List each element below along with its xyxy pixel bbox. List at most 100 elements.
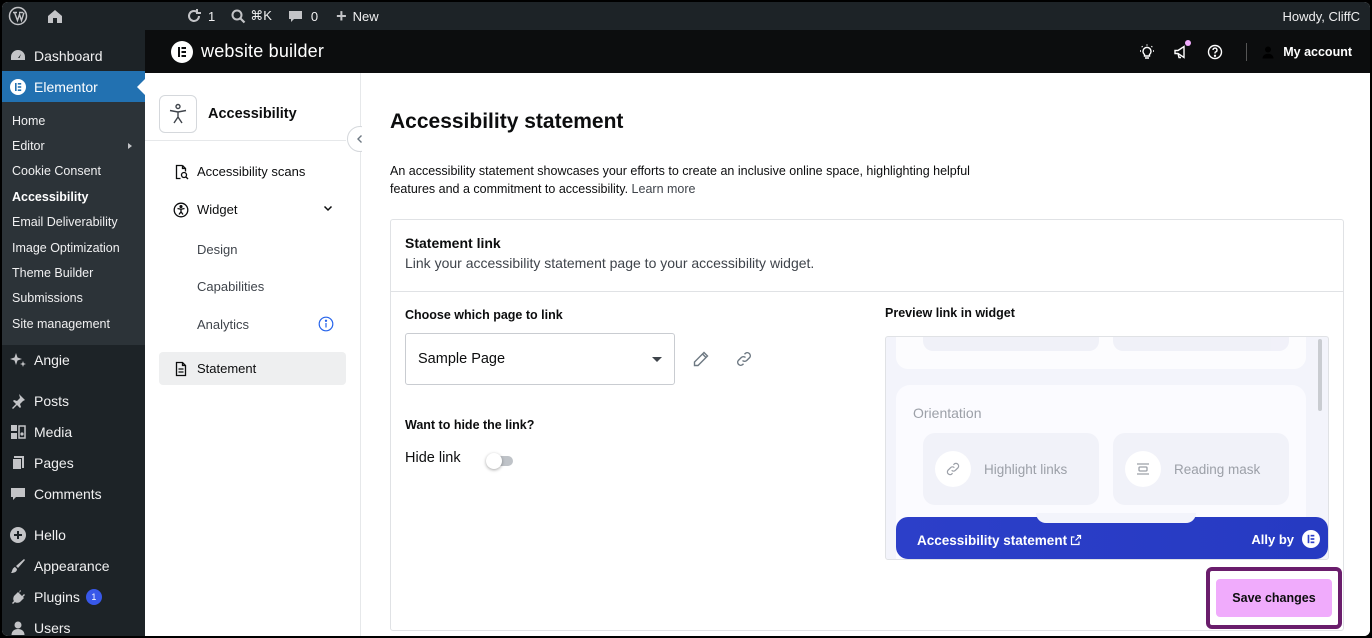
menu-angie[interactable]: Angie xyxy=(2,345,145,376)
header-title: website builder xyxy=(201,41,325,61)
document-icon xyxy=(173,361,189,377)
menu-comments[interactable]: Comments xyxy=(2,479,145,510)
nav-widget-label: Widget xyxy=(197,202,238,217)
whats-new-button[interactable] xyxy=(1130,30,1164,73)
howdy-user-menu[interactable]: Howdy, CliffC xyxy=(1282,9,1360,24)
nav-statement[interactable]: Statement xyxy=(159,352,346,385)
wp-logo-button[interactable] xyxy=(2,2,34,30)
submenu-image-optimization[interactable]: Image Optimization xyxy=(2,235,145,260)
statement-link-card: Statement link Link your accessibility s… xyxy=(390,219,1344,631)
submenu-email-deliverability[interactable]: Email Deliverability xyxy=(2,210,145,235)
plus-icon: + xyxy=(336,5,347,26)
preview-block xyxy=(1113,337,1289,351)
submenu-editor[interactable]: Editor xyxy=(2,133,145,158)
scan-document-icon xyxy=(173,164,189,180)
elementor-logo-icon xyxy=(171,40,193,63)
menu-plugins[interactable]: Plugins 1 xyxy=(2,582,145,613)
preview-top-card xyxy=(896,337,1306,369)
updates-count: 1 xyxy=(208,8,216,24)
menu-appearance-label: Appearance xyxy=(34,558,110,575)
user-icon xyxy=(1262,46,1274,58)
menu-pages-label: Pages xyxy=(34,455,74,472)
dashboard-icon xyxy=(10,48,26,64)
submenu-accessibility[interactable]: Accessibility xyxy=(2,184,145,209)
help-button[interactable] xyxy=(1198,30,1232,73)
widget-preview: Orientation Highlight links Reading mask… xyxy=(885,336,1329,560)
page-select[interactable]: Sample Page xyxy=(405,333,675,385)
nav-accessibility-scans[interactable]: Accessibility scans xyxy=(159,155,346,188)
comments-button[interactable]: 0 xyxy=(282,2,324,30)
nav-design[interactable]: Design xyxy=(159,233,346,266)
submenu-home[interactable]: Home xyxy=(2,108,145,133)
preview-scrollbar[interactable] xyxy=(1318,339,1322,411)
lightbulb-icon xyxy=(1140,44,1155,59)
my-account-label: My account xyxy=(1283,44,1352,59)
menu-users[interactable]: Users xyxy=(2,613,145,636)
info-icon[interactable] xyxy=(318,316,334,335)
preview-highlight-links-label: Highlight links xyxy=(984,461,1068,477)
submenu-theme-builder[interactable]: Theme Builder xyxy=(2,260,145,285)
admin-bar: 1 ⌘K 0 + New Howdy, CliffC xyxy=(2,2,1370,30)
preview-highlight-links: Highlight links xyxy=(923,433,1099,505)
nav-analytics[interactable]: Analytics xyxy=(159,308,346,341)
accessibility-nav: Accessibility Accessibility scans Widget… xyxy=(145,73,373,636)
angie-icon xyxy=(10,352,26,368)
refresh-icon xyxy=(188,9,201,22)
menu-media[interactable]: Media xyxy=(2,417,145,448)
submenu-site-management[interactable]: Site management xyxy=(2,311,145,336)
hello-theme-icon xyxy=(10,527,26,544)
menu-pages[interactable]: Pages xyxy=(2,448,145,479)
menu-plugins-label: Plugins xyxy=(34,589,80,606)
chevron-down-icon xyxy=(322,202,334,217)
ally-by-label: Ally by xyxy=(1251,532,1294,547)
accessibility-person-icon xyxy=(173,202,189,218)
search-button[interactable]: ⌘K xyxy=(225,2,278,30)
preview-statement-bar: Accessibility statement Ally by xyxy=(896,513,1328,559)
wordpress-icon xyxy=(8,6,28,26)
menu-dashboard[interactable]: Dashboard xyxy=(2,40,145,71)
comments-icon xyxy=(10,486,26,502)
my-account-button[interactable]: My account xyxy=(1261,45,1352,59)
preview-block xyxy=(923,337,1099,351)
learn-more-link[interactable]: Learn more xyxy=(632,182,696,196)
hide-link-toggle[interactable] xyxy=(486,453,513,469)
header-divider xyxy=(1246,42,1248,61)
main-content: Accessibility statement An accessibility… xyxy=(362,73,1370,636)
search-icon xyxy=(231,9,246,23)
updates-button[interactable]: 1 xyxy=(180,2,221,30)
reading-mask-icon xyxy=(1125,451,1161,487)
site-home-button[interactable] xyxy=(40,2,70,30)
pushpin-icon xyxy=(10,393,26,410)
menu-hello[interactable]: Hello xyxy=(2,520,145,551)
pencil-icon xyxy=(693,351,709,367)
comments-count: 0 xyxy=(310,8,319,24)
notifications-button[interactable] xyxy=(1164,30,1198,73)
app-frame: 1 ⌘K 0 + New Howdy, CliffC Dashboard Ele… xyxy=(2,2,1370,636)
new-content-button[interactable]: + New xyxy=(330,2,385,30)
users-icon xyxy=(10,620,26,636)
card-title: Statement link xyxy=(405,235,501,251)
menu-users-label: Users xyxy=(34,620,71,636)
accessibility-nav-header: Accessibility xyxy=(145,73,346,141)
menu-comments-label: Comments xyxy=(34,486,102,503)
hide-link-question: Want to hide the link? xyxy=(405,418,535,432)
comment-icon xyxy=(288,10,302,22)
edit-page-button[interactable] xyxy=(687,345,715,373)
card-header: Statement link Link your accessibility s… xyxy=(391,220,1343,292)
link-icon xyxy=(737,352,751,366)
menu-appearance[interactable]: Appearance xyxy=(2,551,145,582)
preview-reading-mask-label: Reading mask xyxy=(1174,461,1261,477)
submenu-cookie-consent[interactable]: Cookie Consent xyxy=(2,159,145,184)
submenu-submissions[interactable]: Submissions xyxy=(2,286,145,311)
menu-posts[interactable]: Posts xyxy=(2,386,145,417)
nav-capabilities[interactable]: Capabilities xyxy=(159,270,346,303)
copy-link-button[interactable] xyxy=(730,345,758,373)
search-shortcut: ⌘K xyxy=(250,8,272,23)
preview-bar-notch xyxy=(1036,513,1196,523)
nav-widget[interactable]: Widget xyxy=(159,193,346,226)
menu-elementor-label: Elementor xyxy=(34,78,98,95)
link-icon xyxy=(935,451,971,487)
menu-elementor[interactable]: Elementor xyxy=(2,71,145,102)
save-changes-button[interactable]: Save changes xyxy=(1216,579,1332,617)
plugin-icon xyxy=(10,589,26,605)
